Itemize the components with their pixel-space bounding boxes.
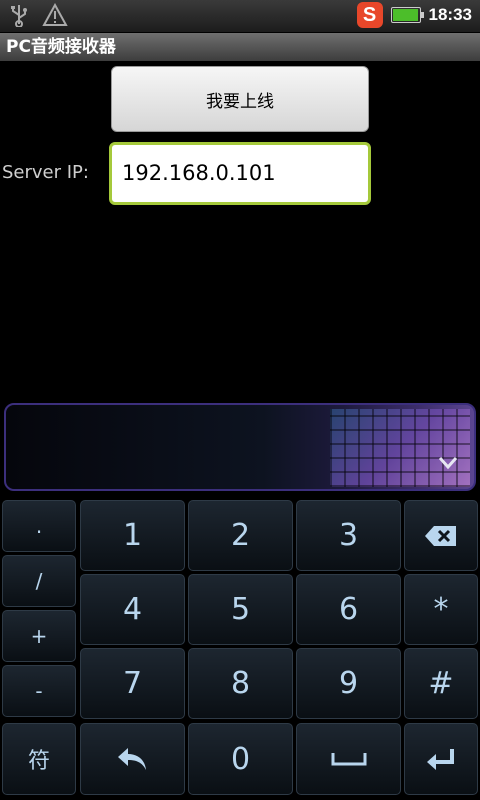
server-ip-label: Server IP: [2, 162, 89, 183]
sogou-icon: S [356, 2, 383, 28]
battery-icon [390, 7, 424, 23]
key-4[interactable]: 4 [80, 574, 185, 645]
key-8[interactable]: 8 [188, 648, 293, 719]
key-0[interactable]: 0 [188, 723, 293, 795]
key-undo[interactable] [80, 723, 185, 795]
status-bar: S 18:33 [0, 0, 480, 33]
key-3[interactable]: 3 [296, 500, 401, 571]
key-9[interactable]: 9 [296, 648, 401, 719]
key-6[interactable]: 6 [296, 574, 401, 645]
server-ip-input[interactable]: 192.168.0.101 [109, 142, 371, 205]
backspace-icon [424, 525, 458, 547]
go-online-button[interactable]: 我要上线 [111, 66, 369, 132]
undo-icon [116, 746, 150, 772]
key-plus[interactable]: + [2, 610, 76, 662]
numeric-keypad: . / + - 符 1 2 3 4 5 6 * 7 8 9 # 0 [0, 497, 480, 800]
key-slash[interactable]: / [2, 555, 76, 607]
key-dot[interactable]: . [2, 500, 76, 552]
collapse-chevron-icon[interactable] [436, 453, 460, 473]
warning-icon [42, 2, 68, 31]
key-space[interactable] [296, 723, 401, 795]
app-title: PC音频接收器 [0, 33, 480, 61]
key-minus[interactable]: - [2, 665, 76, 717]
ime-candidate-bar [4, 403, 476, 491]
key-5[interactable]: 5 [188, 574, 293, 645]
usb-icon [8, 3, 30, 31]
key-star[interactable]: * [404, 574, 478, 645]
space-icon [331, 751, 367, 767]
clock: 18:33 [428, 5, 472, 24]
enter-icon [425, 747, 457, 771]
key-1[interactable]: 1 [80, 500, 185, 571]
key-2[interactable]: 2 [188, 500, 293, 571]
key-hash[interactable]: # [404, 648, 478, 719]
key-symbols[interactable]: 符 [2, 723, 76, 795]
key-backspace[interactable] [404, 500, 478, 571]
key-7[interactable]: 7 [80, 648, 185, 719]
decorative-mosaic [330, 409, 470, 487]
key-enter[interactable] [404, 723, 478, 795]
